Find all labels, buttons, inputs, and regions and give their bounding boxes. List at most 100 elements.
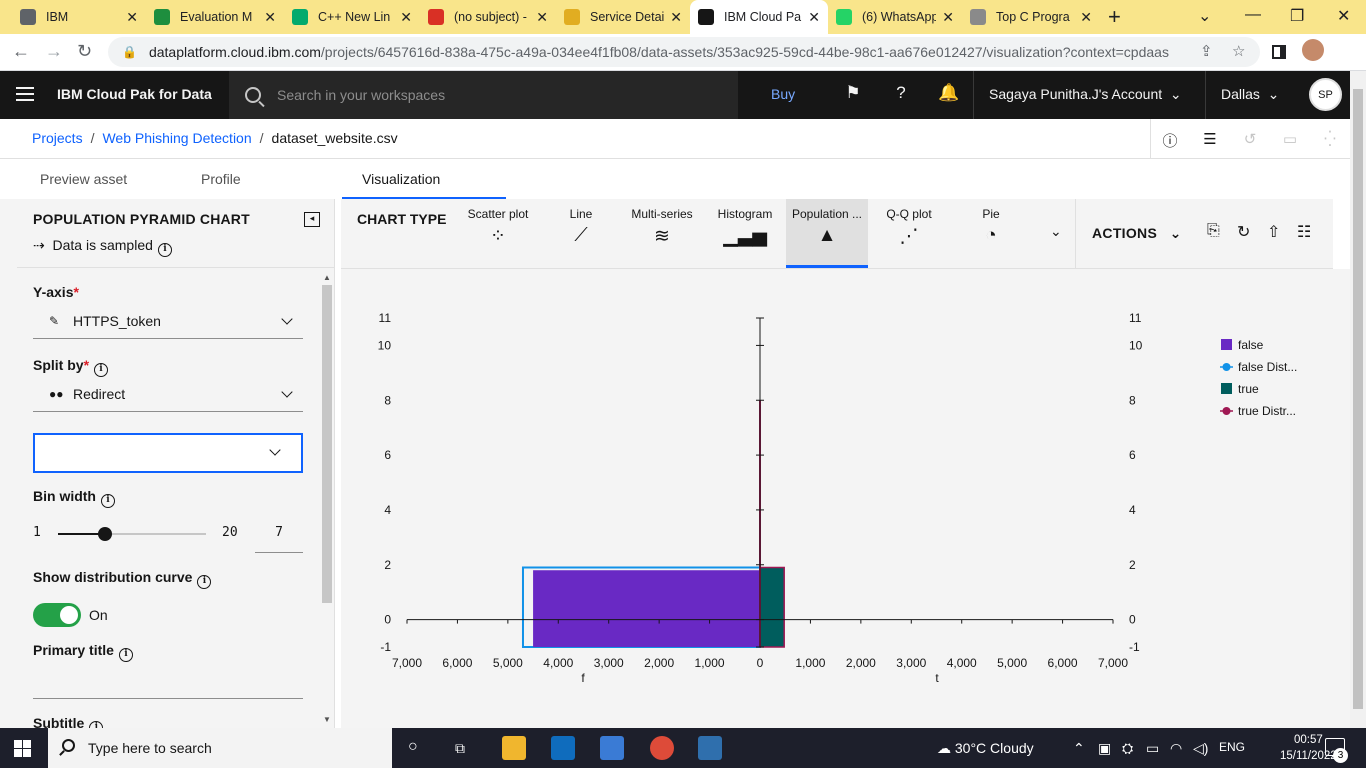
info-icon[interactable]: ⓘ <box>1161 130 1179 150</box>
browser-tab[interactable]: Service Detai ✕ <box>556 0 690 34</box>
help-icon[interactable]: ? <box>890 83 912 105</box>
distcurve-toggle[interactable] <box>33 603 81 627</box>
page-scrollbar[interactable] <box>1350 71 1366 728</box>
metadata-icon[interactable]: ☰ <box>1201 130 1219 148</box>
side-panel-icon[interactable] <box>1272 45 1286 59</box>
url-field[interactable]: 🔒 dataplatform.cloud.ibm.com/projects/64… <box>108 37 1260 67</box>
reload-icon[interactable]: ↻ <box>77 41 92 62</box>
close-tab-icon[interactable]: ✕ <box>126 9 138 26</box>
weather-widget[interactable]: ☁ 30°C Cloudy <box>937 740 1034 757</box>
bookmark-star-icon[interactable]: ☆ <box>1232 42 1245 60</box>
upload-icon[interactable]: ⇧ <box>1267 222 1280 242</box>
chrome-icon[interactable] <box>650 736 674 760</box>
onedrive-icon[interactable]: ⛭ <box>1122 740 1133 757</box>
info-icon[interactable]: i <box>94 363 109 377</box>
workspace-search[interactable]: Search in your workspaces <box>229 71 738 119</box>
taskbar-search[interactable]: Type here to search <box>48 728 392 768</box>
store-icon[interactable] <box>600 736 624 760</box>
yaxis-select[interactable]: ✎ HTTPS_token <box>33 303 303 339</box>
file-explorer-icon[interactable] <box>502 736 526 760</box>
settings-icon[interactable]: ☷ <box>1297 222 1311 242</box>
chart-type-option[interactable]: Line ⟋ <box>540 199 622 268</box>
slider-handle[interactable] <box>97 527 112 541</box>
more-chart-types-icon[interactable]: ⌄ <box>1050 223 1062 240</box>
browser-tab[interactable]: C++ New Lin ✕ <box>284 0 420 34</box>
tray-overflow-icon[interactable]: ⌃ <box>1073 740 1085 757</box>
tab-preview-asset[interactable]: Preview asset <box>40 171 127 187</box>
start-button[interactable] <box>14 740 31 757</box>
info-icon[interactable]: i <box>89 721 104 728</box>
close-window-icon[interactable]: ✕ <box>1337 6 1350 26</box>
mail-icon[interactable] <box>551 736 575 760</box>
restore-icon[interactable]: ❐ <box>1290 6 1304 26</box>
browser-tab[interactable]: IBM ✕ <box>12 0 146 34</box>
info-icon[interactable]: i <box>118 648 133 662</box>
breadcrumb-project[interactable]: Web Phishing Detection <box>102 130 251 146</box>
binwidth-label: Bin width i <box>33 488 115 508</box>
user-avatar[interactable]: SP <box>1309 78 1342 111</box>
close-tab-icon[interactable]: ✕ <box>942 9 954 26</box>
battery-icon[interactable]: ▭ <box>1146 740 1159 757</box>
minimize-icon[interactable]: — <box>1245 6 1261 24</box>
comment-icon[interactable]: ▭ <box>1281 130 1299 148</box>
browser-tab[interactable]: (6) WhatsApp ✕ <box>828 0 962 34</box>
region-switcher[interactable]: Dallas ⌄ <box>1221 86 1279 103</box>
chart-type-option[interactable]: Q-Q plot ⋰ <box>868 199 950 268</box>
close-tab-icon[interactable]: ✕ <box>400 9 412 26</box>
chart-type-option[interactable]: Population ... ▲ <box>786 199 868 268</box>
history-icon[interactable]: ↺ <box>1241 130 1259 148</box>
close-tab-icon[interactable]: ✕ <box>670 9 682 26</box>
cortana-icon[interactable]: ○ <box>408 738 418 756</box>
buy-link[interactable]: Buy <box>771 86 795 102</box>
chart-type-option[interactable]: Histogram ▁▃▅ <box>704 199 786 268</box>
info-icon[interactable]: i <box>197 575 212 589</box>
close-tab-icon[interactable]: ✕ <box>264 9 276 26</box>
browser-tab[interactable]: IBM Cloud Pa ✕ <box>690 0 828 34</box>
chart-type-option[interactable]: Scatter plot ⁘ <box>457 199 539 268</box>
profile-avatar[interactable] <box>1302 39 1324 61</box>
binwidth-input[interactable]: 7 <box>255 523 303 553</box>
close-tab-icon[interactable]: ✕ <box>1080 9 1092 26</box>
tab-visualization[interactable]: Visualization <box>362 171 440 187</box>
account-switcher[interactable]: Sagaya Punitha.J's Account ⌄ <box>989 86 1182 103</box>
volume-icon[interactable]: ◁) <box>1193 740 1208 757</box>
menu-icon[interactable] <box>16 87 34 105</box>
browser-tab[interactable]: Evaluation M ✕ <box>146 0 284 34</box>
primary-title-input[interactable] <box>33 669 303 699</box>
chart-type-option[interactable]: Multi-series ≋ <box>621 199 703 268</box>
chart-type-option[interactable]: Pie ◔ <box>950 199 1032 268</box>
close-tab-icon[interactable]: ✕ <box>536 9 548 26</box>
gmail-icon <box>428 9 444 25</box>
label-icon[interactable]: ⎘ <box>1207 222 1220 240</box>
back-icon[interactable]: ← <box>12 41 30 62</box>
task-view-icon[interactable]: ⧉ <box>455 740 465 757</box>
browser-tab[interactable]: Top C Progra ✕ <box>962 0 1100 34</box>
collapse-panel-icon[interactable]: ◂ <box>304 212 320 227</box>
browser-tab[interactable]: (no subject) - ✕ <box>420 0 556 34</box>
photos-icon[interactable] <box>698 736 722 760</box>
new-tab-button[interactable]: + <box>1108 4 1121 30</box>
wifi-icon[interactable]: ◠ <box>1170 740 1182 757</box>
forward-icon[interactable]: → <box>45 41 63 62</box>
breadcrumb-projects[interactable]: Projects <box>32 130 83 146</box>
notification-bell-icon[interactable]: 🔔 <box>938 83 960 105</box>
tab-search-icon[interactable]: ⌄ <box>1198 6 1211 26</box>
panel-scrollbar[interactable]: ▲ ▼ <box>320 273 334 725</box>
close-tab-icon[interactable]: ✕ <box>808 9 820 26</box>
apps-icon[interactable]: ⁛ <box>1321 130 1339 148</box>
language-indicator[interactable]: ENG <box>1219 740 1245 754</box>
chart-type-icon: ▁▃▅ <box>723 226 767 247</box>
share-icon[interactable]: ⇪ <box>1200 42 1213 60</box>
actions-menu[interactable]: ACTIONS ⌄ <box>1092 225 1182 242</box>
binwidth-slider[interactable] <box>58 527 206 541</box>
signpost-icon[interactable]: ⚑ <box>842 83 864 105</box>
info-icon[interactable]: i <box>157 243 172 257</box>
splitby-select[interactable]: ●● Redirect <box>33 376 303 412</box>
tab-profile[interactable]: Profile <box>201 171 241 187</box>
info-icon[interactable]: i <box>101 494 115 508</box>
refresh-icon[interactable]: ↻ <box>1237 222 1250 242</box>
secondary-select[interactable] <box>33 433 303 473</box>
meet-now-icon[interactable]: ▣ <box>1098 740 1111 757</box>
legend-marker <box>1222 363 1231 371</box>
product-name[interactable]: IBM Cloud Pak for Data <box>57 86 212 102</box>
